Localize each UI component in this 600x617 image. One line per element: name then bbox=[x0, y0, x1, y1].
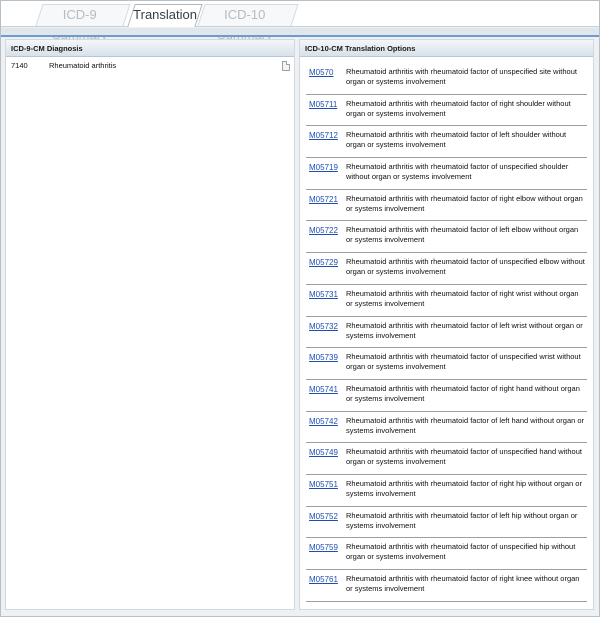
icd10-code-link[interactable]: M05739 bbox=[309, 353, 338, 363]
tab-translation[interactable]: Translation bbox=[127, 4, 203, 27]
icd10-code-link[interactable]: M05729 bbox=[309, 258, 338, 268]
icd10-code-link[interactable]: M05752 bbox=[309, 512, 338, 522]
app-frame: ICD-9 Summary ICD-10 Summary Translation… bbox=[0, 0, 600, 617]
icd10-code-description: Rheumatoid arthritis with rheumatoid fac… bbox=[346, 478, 582, 498]
icd10-code-description: Rheumatoid arthritis with rheumatoid fac… bbox=[346, 542, 576, 562]
translation-option-row: M05711 Rheumatoid arthritis with rheumato… bbox=[306, 95, 587, 127]
translation-option-row: M05759 Rheumatoid arthritis with rheumato… bbox=[306, 538, 587, 570]
document-icon[interactable] bbox=[282, 61, 290, 71]
translation-option-row: M05741 Rheumatoid arthritis with rheumato… bbox=[306, 380, 587, 412]
translation-option-row: M05752 Rheumatoid arthritis with rheumato… bbox=[306, 507, 587, 539]
icd10-code-description: Rheumatoid arthritis with rheumatoid fac… bbox=[346, 574, 580, 593]
icd9-diagnosis-panel: ICD-9-CM Diagnosis 7140 Rheumatoid arthr… bbox=[5, 39, 295, 610]
translation-option-row: M05751 Rheumatoid arthritis with rheumato… bbox=[306, 475, 587, 507]
translation-option-row: M05721 Rheumatoid arthritis with rheumato… bbox=[306, 190, 587, 222]
icd10-code-description: Rheumatoid arthritis with rheumatoid fac… bbox=[346, 130, 567, 150]
icd10-code-description: Rheumatoid arthritis with rheumatoid fac… bbox=[346, 352, 581, 372]
icd10-code-link[interactable]: M05712 bbox=[309, 131, 338, 141]
icd10-code-link[interactable]: M05722 bbox=[309, 226, 338, 236]
icd10-code-description: Rheumatoid arthritis with rheumatoid fac… bbox=[346, 162, 569, 182]
icd10-code-link[interactable]: M05749 bbox=[309, 448, 338, 458]
icd10-code-link[interactable]: M05761 bbox=[309, 575, 338, 585]
icd10-translation-panel: ICD-10-CM Translation Options M0570 Rheum… bbox=[299, 39, 594, 610]
icd10-code-link[interactable]: M05732 bbox=[309, 322, 338, 332]
icd10-code-description: Rheumatoid arthritis with rheumatoid fac… bbox=[346, 447, 582, 467]
icd9-panel-header: ICD-9-CM Diagnosis bbox=[6, 40, 294, 57]
icd10-code-description: Rheumatoid arthritis with rheumatoid fac… bbox=[346, 383, 580, 403]
icd10-code-description: Rheumatoid arthritis with rheumatoid fac… bbox=[346, 510, 578, 530]
icd10-code-description: Rheumatoid arthritis with rheumatoid fac… bbox=[346, 415, 585, 435]
translation-option-row: M05731 Rheumatoid arthritis with rheumato… bbox=[306, 285, 587, 317]
icd10-code-description: Rheumatoid arthritis with rheumatoid fac… bbox=[346, 257, 585, 277]
icd10-code-link[interactable]: M05719 bbox=[309, 163, 338, 173]
translation-option-row: M05729 Rheumatoid arthritis with rheumato… bbox=[306, 253, 587, 285]
icd10-code-link[interactable]: M05741 bbox=[309, 385, 338, 395]
translation-option-row: M05749 Rheumatoid arthritis with rheumato… bbox=[306, 443, 587, 475]
icd10-code-description: Rheumatoid arthritis with rheumatoid fac… bbox=[346, 98, 571, 118]
tab-icd9-summary[interactable]: ICD-9 Summary bbox=[35, 4, 131, 42]
translation-option-row: M05712 Rheumatoid arthritis with rheumato… bbox=[306, 126, 587, 159]
translation-option-row: M0570 Rheumatoid arthritis with rheumatoi… bbox=[306, 63, 587, 95]
icd10-code-description: Rheumatoid arthritis with rheumatoid fac… bbox=[346, 288, 579, 308]
icd10-code-description: Rheumatoid arthritis with rheumatoid fac… bbox=[346, 67, 577, 86]
icd10-code-link[interactable]: M05742 bbox=[309, 417, 338, 427]
icd10-panel-header: ICD-10-CM Translation Options bbox=[300, 40, 593, 57]
icd10-code-description: Rheumatoid arthritis with rheumatoid fac… bbox=[346, 320, 583, 340]
tab-bar: ICD-9 Summary ICD-10 Summary Translation bbox=[1, 1, 599, 42]
icd10-code-description: Rheumatoid arthritis with rheumatoid fac… bbox=[346, 225, 579, 245]
icd10-code-link[interactable]: M05721 bbox=[309, 195, 338, 205]
diagnosis-row[interactable]: 7140 Rheumatoid arthritis bbox=[6, 57, 294, 75]
translation-option-row: M05722 Rheumatoid arthritis with rheumato… bbox=[306, 221, 587, 254]
translation-option-row: M05742 Rheumatoid arthritis with rheumato… bbox=[306, 412, 587, 444]
icd10-code-description: Rheumatoid arthritis with rheumatoid fac… bbox=[346, 193, 583, 213]
diagnosis-code: 7140 bbox=[11, 61, 28, 70]
translation-option-row: M05739 Rheumatoid arthritis with rheumato… bbox=[306, 348, 587, 380]
translation-options-list: M0570 Rheumatoid arthritis with rheumatoi… bbox=[300, 57, 593, 602]
tab-icd10-summary[interactable]: ICD-10 Summary bbox=[197, 4, 299, 42]
tab-content-band bbox=[1, 28, 599, 37]
icd10-code-link[interactable]: M05751 bbox=[309, 480, 338, 490]
translation-option-row: M05719 Rheumatoid arthritis with rheumato… bbox=[306, 158, 587, 190]
icd10-code-link[interactable]: M05731 bbox=[309, 290, 338, 300]
translation-option-row: M05732 Rheumatoid arthritis with rheumato… bbox=[306, 317, 587, 349]
icd10-code-link[interactable]: M05759 bbox=[309, 543, 338, 553]
icd10-code-link[interactable]: M05711 bbox=[309, 100, 337, 110]
icd10-code-link[interactable]: M0570 bbox=[309, 68, 333, 78]
diagnosis-description: Rheumatoid arthritis bbox=[49, 61, 117, 70]
translation-option-row: M05761 Rheumatoid arthritis with rheumato… bbox=[306, 570, 587, 602]
